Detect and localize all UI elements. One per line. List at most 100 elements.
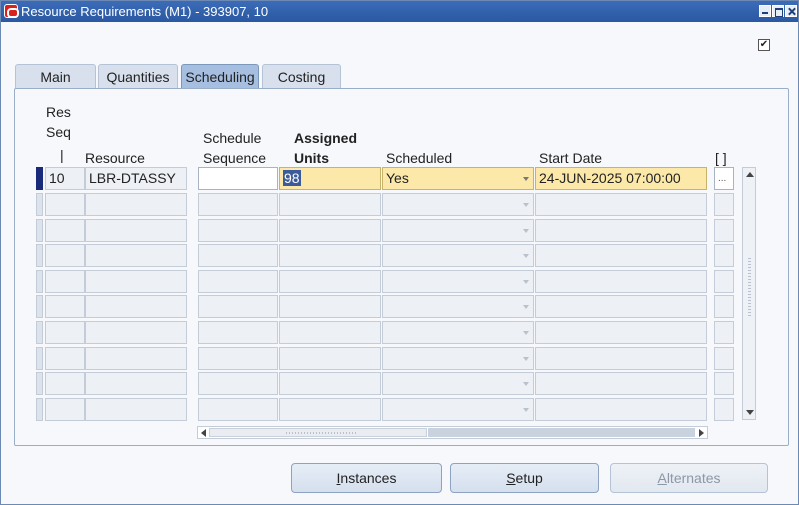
record-indicator[interactable] [36, 295, 43, 319]
resource-field[interactable] [85, 321, 187, 344]
scroll-thumb[interactable] [209, 428, 427, 437]
assigned-units-field[interactable] [279, 269, 381, 293]
instances-button[interactable]: Instances [291, 463, 442, 493]
chevron-down-icon [523, 279, 529, 284]
scheduled-select[interactable] [382, 218, 534, 242]
scroll-track[interactable] [428, 428, 695, 437]
res-seq-field[interactable] [45, 244, 85, 268]
record-indicator[interactable] [36, 269, 43, 293]
record-indicator[interactable] [36, 372, 43, 396]
res-seq-field[interactable] [45, 295, 85, 319]
dff-field[interactable] [714, 372, 734, 396]
assigned-units-field[interactable] [279, 295, 381, 319]
record-indicator[interactable] [36, 193, 43, 216]
start-date-field[interactable] [535, 295, 707, 319]
dff-field[interactable] [714, 244, 734, 268]
window-checkbox[interactable]: ✔ [758, 39, 770, 51]
schedule-sequence-field[interactable] [198, 295, 278, 319]
dff-field[interactable] [714, 321, 734, 344]
schedule-sequence-field[interactable] [198, 346, 278, 370]
schedule-sequence-field[interactable] [198, 218, 278, 242]
assigned-units-field[interactable] [279, 321, 381, 344]
assigned-units-field[interactable]: 98 [279, 167, 381, 190]
resource-field[interactable] [85, 218, 187, 242]
close-icon[interactable] [785, 5, 797, 17]
schedule-sequence-field[interactable] [198, 372, 278, 396]
dff-field[interactable] [714, 193, 734, 216]
resource-field[interactable] [85, 372, 187, 396]
record-indicator[interactable] [36, 397, 43, 421]
scheduled-select[interactable] [382, 269, 534, 293]
start-date-field[interactable] [535, 244, 707, 268]
start-date-field[interactable] [535, 346, 707, 370]
resource-field[interactable]: LBR-DTASSY [85, 167, 187, 190]
start-date-field[interactable] [535, 321, 707, 344]
vertical-scrollbar[interactable] [742, 167, 756, 420]
dff-field[interactable] [714, 397, 734, 421]
schedule-sequence-field[interactable] [198, 397, 278, 421]
scroll-up-icon[interactable] [746, 172, 754, 177]
assigned-units-field[interactable] [279, 218, 381, 242]
record-indicator[interactable] [36, 321, 43, 344]
scheduled-select[interactable] [382, 397, 534, 421]
tab-scheduling[interactable]: Scheduling [181, 64, 259, 88]
start-date-field[interactable] [535, 397, 707, 421]
schedule-sequence-field[interactable] [198, 269, 278, 293]
res-seq-field[interactable] [45, 397, 85, 421]
tab-quantities[interactable]: Quantities [98, 64, 178, 88]
schedule-sequence-field[interactable] [198, 193, 278, 216]
dff-field[interactable] [714, 269, 734, 293]
scheduled-select[interactable] [382, 346, 534, 370]
scheduled-select[interactable] [382, 244, 534, 268]
minimize-icon[interactable] [759, 5, 771, 17]
resource-field[interactable] [85, 346, 187, 370]
assigned-units-field[interactable] [279, 346, 381, 370]
record-indicator[interactable] [36, 244, 43, 268]
tab-main[interactable]: Main [15, 64, 96, 88]
res-seq-field[interactable]: 10 [45, 167, 85, 190]
maximize-icon[interactable] [772, 5, 784, 17]
res-seq-field[interactable] [45, 372, 85, 396]
start-date-field[interactable] [535, 193, 707, 216]
assigned-units-field[interactable] [279, 193, 381, 216]
start-date-field[interactable] [535, 372, 707, 396]
scheduled-select[interactable] [382, 372, 534, 396]
schedule-sequence-field[interactable] [198, 321, 278, 344]
dff-field[interactable] [714, 295, 734, 319]
res-seq-field[interactable] [45, 346, 85, 370]
tab-costing[interactable]: Costing [262, 64, 341, 88]
start-date-field[interactable] [535, 269, 707, 293]
current-record-indicator[interactable] [36, 167, 43, 190]
resource-field[interactable] [85, 295, 187, 319]
resource-field[interactable] [85, 193, 187, 216]
res-seq-field[interactable] [45, 193, 85, 216]
scroll-down-icon[interactable] [746, 410, 754, 415]
scheduled-select[interactable]: Yes [382, 167, 534, 190]
resource-field[interactable] [85, 269, 187, 293]
scroll-grip-icon [748, 258, 751, 318]
assigned-units-field[interactable] [279, 372, 381, 396]
dff-field[interactable]: ... [714, 167, 734, 190]
assigned-units-field[interactable] [279, 397, 381, 421]
record-indicator[interactable] [36, 218, 43, 242]
dff-field[interactable] [714, 346, 734, 370]
dff-field[interactable] [714, 218, 734, 242]
start-date-field[interactable] [535, 218, 707, 242]
res-seq-field[interactable] [45, 218, 85, 242]
resource-field[interactable] [85, 397, 187, 421]
start-date-field[interactable]: 24-JUN-2025 07:00:00 [535, 167, 707, 190]
resource-field[interactable] [85, 244, 187, 268]
res-seq-field[interactable] [45, 269, 85, 293]
setup-button[interactable]: Setup [450, 463, 599, 493]
scheduled-select[interactable] [382, 321, 534, 344]
scroll-left-icon[interactable] [201, 429, 206, 437]
record-indicator[interactable] [36, 346, 43, 370]
scheduled-select[interactable] [382, 295, 534, 319]
schedule-sequence-field[interactable] [198, 167, 278, 190]
scheduled-select[interactable] [382, 193, 534, 216]
res-seq-field[interactable] [45, 321, 85, 344]
schedule-sequence-field[interactable] [198, 244, 278, 268]
scroll-right-icon[interactable] [699, 429, 704, 437]
assigned-units-field[interactable] [279, 244, 381, 268]
horizontal-scrollbar[interactable] [197, 426, 708, 439]
